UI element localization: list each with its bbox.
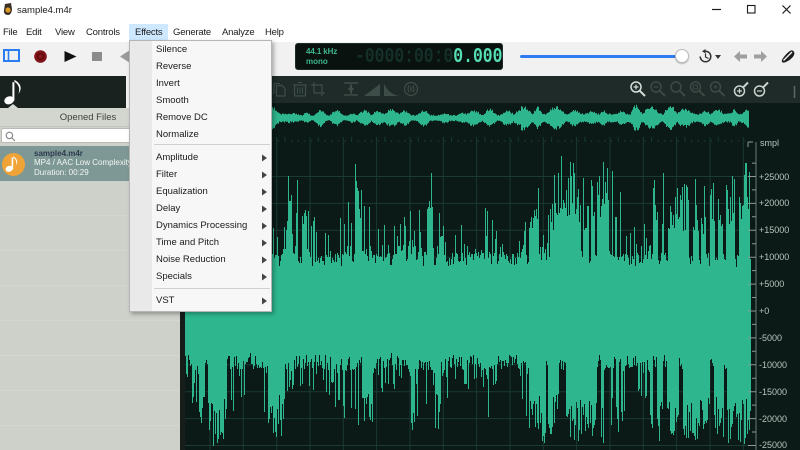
- svg-text:+15000: +15000: [759, 225, 789, 235]
- svg-text:+5000: +5000: [759, 279, 784, 289]
- svg-text:+25000: +25000: [759, 172, 789, 182]
- svg-text:+10000: +10000: [759, 252, 789, 262]
- svg-text:smpl: smpl: [760, 138, 779, 148]
- svg-text:+20000: +20000: [759, 198, 789, 208]
- svg-text:-5000: -5000: [759, 333, 782, 343]
- svg-text:-25000: -25000: [759, 440, 787, 450]
- svg-text:-15000: -15000: [759, 387, 787, 397]
- svg-text:+0: +0: [759, 306, 769, 316]
- svg-text:-20000: -20000: [759, 414, 787, 424]
- svg-text:-10000: -10000: [759, 360, 787, 370]
